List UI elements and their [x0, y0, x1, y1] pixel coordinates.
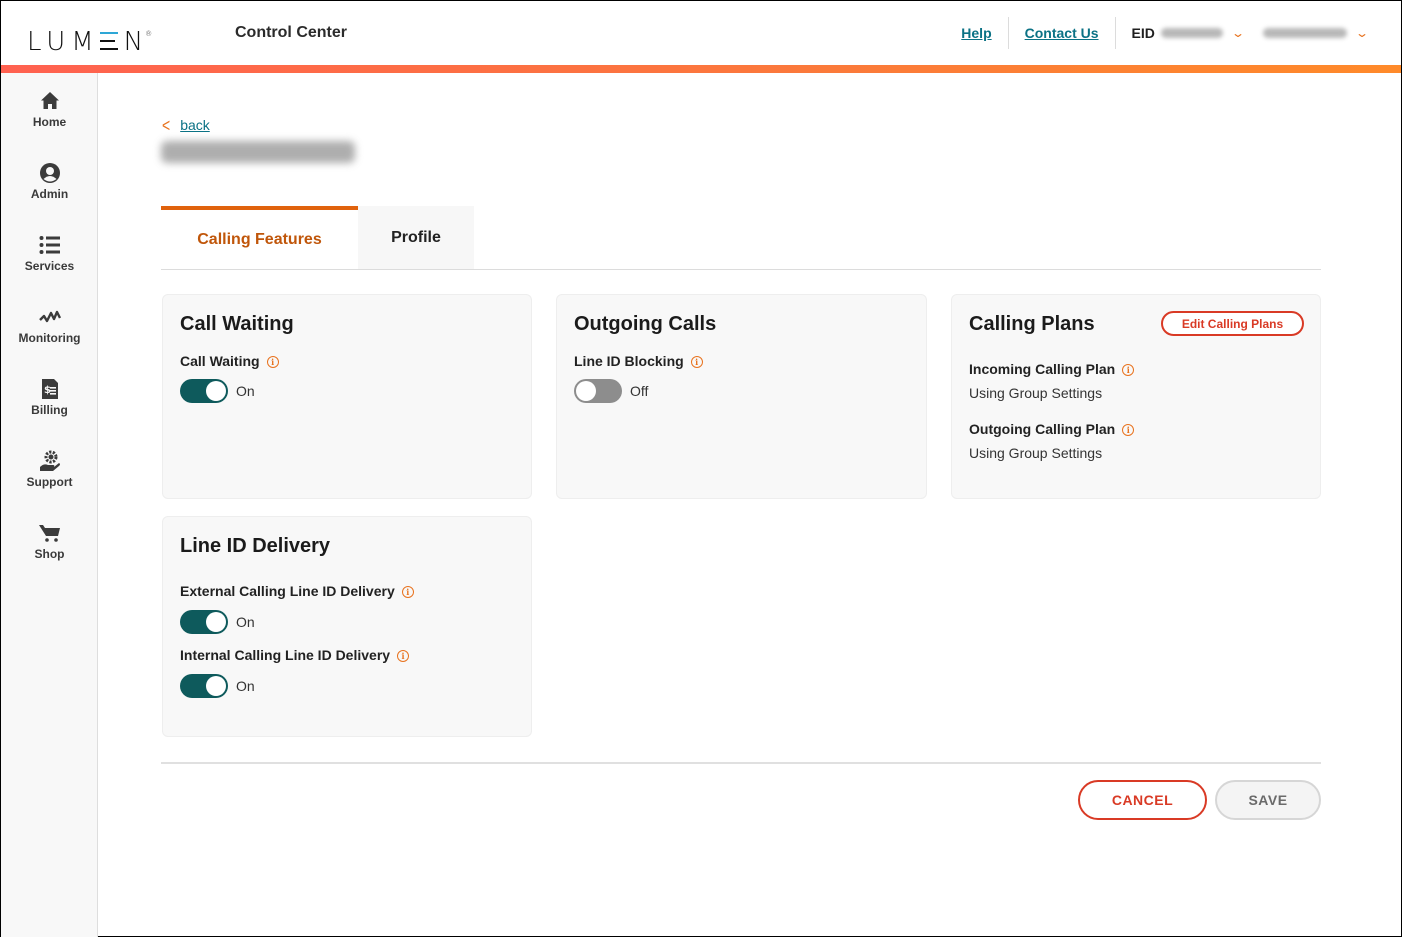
internal-line-id-label: Internal Calling Line ID Delivery i [180, 647, 410, 663]
sidebar-item-services[interactable]: Services [1, 233, 98, 293]
info-icon[interactable]: i [397, 650, 410, 662]
user-dropdown[interactable]: ⌄ [1262, 26, 1370, 40]
card-title: Outgoing Calls [574, 313, 717, 335]
sidebar-nav: Home Admin Services Monitoring $ Billing… [1, 73, 98, 937]
lumen-logo[interactable]: LUM N® [27, 21, 152, 55]
toggle-state-text: On [236, 678, 255, 694]
info-icon[interactable]: i [401, 586, 414, 598]
user-circle-icon [38, 161, 62, 185]
incoming-calling-plan-label: Incoming Calling Plan i [969, 361, 1135, 377]
call-waiting-toggle[interactable] [180, 379, 228, 403]
toggle-state-text: On [236, 383, 255, 399]
calling-plans-card: Calling Plans Edit Calling Plans Incomin… [951, 294, 1321, 499]
toggle-knob [206, 676, 226, 696]
tab-profile[interactable]: Profile [358, 206, 474, 269]
eid-label: EID [1131, 25, 1155, 41]
outgoing-calling-plan-label: Outgoing Calling Plan i [969, 421, 1135, 437]
call-waiting-card: Call Waiting Call Waiting i On [162, 294, 532, 499]
internal-line-id-toggle[interactable] [180, 674, 228, 698]
external-line-id-toggle[interactable] [180, 610, 228, 634]
home-icon [38, 89, 62, 113]
footer-divider [161, 762, 1321, 764]
top-header: LUM N® Control Center Help Contact Us EID… [1, 1, 1401, 65]
chevron-down-icon: ⌄ [1354, 26, 1370, 40]
line-id-blocking-label: Line ID Blocking i [574, 353, 703, 369]
info-icon[interactable]: i [690, 356, 703, 368]
outgoing-calls-card: Outgoing Calls Line ID Blocking i Off [556, 294, 927, 499]
header-divider [1114, 17, 1116, 49]
sidebar-item-shop[interactable]: Shop [1, 521, 98, 581]
toggle-knob [206, 612, 226, 632]
back-link[interactable]: < back [162, 114, 210, 136]
header-accent-bar [1, 65, 1401, 73]
pulse-icon [38, 305, 62, 329]
svg-text:$: $ [44, 385, 51, 396]
line-id-blocking-toggle[interactable] [574, 379, 622, 403]
line-id-delivery-card: Line ID Delivery External Calling Line I… [162, 516, 532, 737]
invoice-icon: $ [38, 377, 62, 401]
sidebar-item-billing[interactable]: $ Billing [1, 377, 98, 437]
call-waiting-label: Call Waiting i [180, 353, 279, 369]
cancel-button[interactable]: CANCEL [1078, 780, 1207, 820]
support-gear-hand-icon [38, 449, 62, 473]
card-title: Call Waiting [180, 313, 294, 335]
tab-calling-features[interactable]: Calling Features [161, 206, 358, 269]
chevron-left-icon: < [162, 114, 171, 136]
save-button[interactable]: SAVE [1215, 780, 1321, 820]
chevron-down-icon: ⌄ [1230, 26, 1245, 40]
card-title: Line ID Delivery [180, 535, 331, 557]
eid-value-redacted [1160, 28, 1223, 38]
info-icon[interactable]: i [266, 356, 279, 368]
toggle-state-text: Off [630, 383, 649, 399]
header-divider [1007, 17, 1009, 49]
logo-e-glyph [99, 31, 118, 51]
outgoing-calling-plan-value: Using Group Settings [969, 445, 1103, 461]
card-title: Calling Plans [969, 313, 1095, 335]
tab-bar: Calling Features Profile [161, 206, 1321, 270]
cart-icon [38, 521, 62, 545]
sidebar-item-admin[interactable]: Admin [1, 161, 98, 221]
edit-calling-plans-button[interactable]: Edit Calling Plans [1161, 311, 1304, 336]
user-name-redacted [1262, 28, 1347, 38]
info-icon[interactable]: i [1122, 424, 1135, 436]
page-title-redacted [161, 141, 355, 163]
info-icon[interactable]: i [1122, 364, 1135, 376]
sidebar-item-monitoring[interactable]: Monitoring [1, 305, 98, 365]
app-title: Control Center [235, 24, 347, 41]
external-line-id-label: External Calling Line ID Delivery i [180, 583, 414, 599]
help-link[interactable]: Help [961, 25, 991, 41]
header-actions: Help Contact Us EID ⌄ ⌄ [961, 1, 1401, 65]
eid-dropdown[interactable]: EID ⌄ [1131, 25, 1245, 41]
toggle-knob [576, 381, 596, 401]
sidebar-item-home[interactable]: Home [1, 89, 98, 149]
sidebar-item-support[interactable]: Support [1, 449, 98, 509]
toggle-knob [206, 381, 226, 401]
list-icon [38, 233, 62, 257]
contact-us-link[interactable]: Contact Us [1025, 25, 1099, 41]
incoming-calling-plan-value: Using Group Settings [969, 385, 1103, 401]
toggle-state-text: On [236, 614, 255, 630]
